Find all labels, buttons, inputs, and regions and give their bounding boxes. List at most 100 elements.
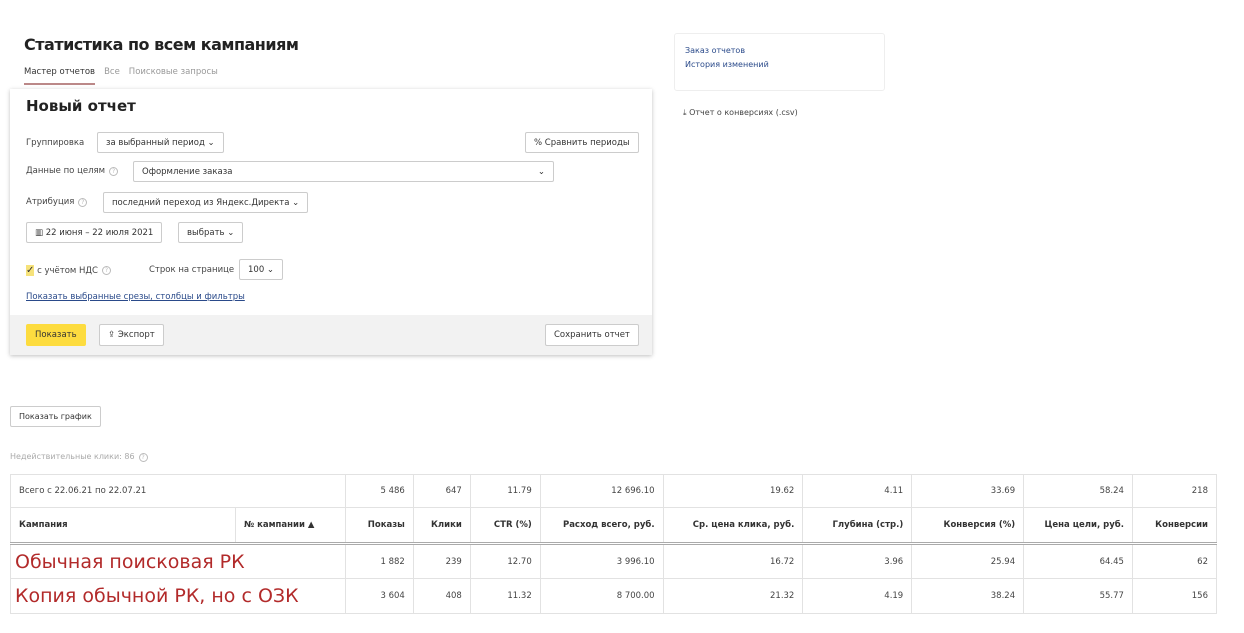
report-form: Новый отчет Группировка за выбранный пер… [10,89,652,355]
attribution-select[interactable]: последний переход из Яндекс.Директа ⌄ [103,192,309,213]
upload-icon: ⇪ [108,330,118,340]
grouping-label: Группировка [26,138,85,148]
side-links-panel: Заказ отчетов История изменений [674,33,885,91]
compare-periods-button[interactable]: % Сравнить периоды [525,132,639,153]
help-icon: ? [78,198,88,207]
vat-checkbox[interactable]: ✓ с учётом НДС? [26,265,111,276]
attribution-label: Атрибуция? [26,197,88,207]
cell: 408 [412,578,471,614]
tab-search-queries[interactable]: Поисковые запросы [129,67,218,85]
rows-per-page-label: Строк на странице [149,265,235,275]
campaign-annotation: Обычная поисковая РК [15,550,245,573]
date-preset-select[interactable]: выбрать ⌄ [178,222,244,243]
cell: 4.11 [802,474,913,508]
table-row: Обычная поисковая РК 1 882 239 12.70 3 9… [10,543,1218,579]
chevron-down-icon: ⌄ [537,166,545,177]
cell: 11.79 [469,474,541,508]
tab-all[interactable]: Все [104,67,120,85]
cell: 25.94 [911,543,1025,579]
grouping-value: за выбранный период [106,137,205,148]
cell: 3 996.10 [539,543,664,579]
cell: 38.24 [911,578,1025,614]
column-header-goal-cost[interactable]: Цена цели, руб. [1023,507,1133,545]
cell: 12.70 [469,543,541,579]
grouping-select[interactable]: за выбранный период ⌄ [97,132,224,153]
compare-label: Сравнить периоды [544,137,630,148]
help-icon: ? [138,453,148,462]
form-title: Новый отчет [26,97,136,115]
export-button[interactable]: ⇪ Экспорт [99,324,164,346]
totals-row: Всего с 22.06.21 по 22.07.21 5 486 647 1… [10,474,1218,508]
help-icon: ? [109,167,119,176]
tabs: Мастер отчетов Все Поисковые запросы [24,67,218,85]
rows-per-page-select[interactable]: 100 ⌄ [239,259,284,280]
campaign-annotation: Копия обычной РК, но с ОЗК [15,585,299,607]
cell: 8 700.00 [539,578,664,614]
invalid-clicks: Недействительные клики: 86? [10,452,148,462]
goals-label: Данные по целям? [26,166,119,176]
column-header-conversions[interactable]: Конверсии [1131,507,1218,545]
conversions-csv-label: Отчет о конверсиях (.csv) [689,108,798,117]
cell: 5 486 [344,474,414,508]
page-title: Статистика по всем кампаниям [24,35,299,54]
chevron-down-icon: ⌄ [264,264,275,275]
table-row: Копия обычной РК, но с ОЗК 3 604 408 11.… [10,578,1218,614]
history-link[interactable]: История изменений [685,60,874,69]
cell: 218 [1131,474,1218,508]
percent-icon: % [534,137,545,148]
column-header-ctr[interactable]: CTR (%) [469,507,541,545]
conversions-csv-link[interactable]: ⤓ Отчет о конверсиях (.csv) [683,108,798,118]
cell: 21.32 [662,578,804,614]
column-header-campaign[interactable]: Кампания [10,507,236,545]
column-header-impressions[interactable]: Показы [344,507,414,545]
cell: 647 [412,474,471,508]
column-header-spend[interactable]: Расход всего, руб. [539,507,664,545]
date-preset-value: выбрать [187,227,225,238]
cell: 55.77 [1023,578,1133,614]
cell: 11.32 [469,578,541,614]
save-report-button[interactable]: Сохранить отчет [545,324,639,346]
calendar-icon: ▥ [35,227,46,238]
column-header-conversion-rate[interactable]: Конверсия (%) [911,507,1025,545]
form-footer: Показать ⇪ Экспорт Сохранить отчет [10,315,652,355]
chevron-down-icon: ⌄ [289,197,300,208]
date-range-value: 22 июня – 22 июля 2021 [45,227,154,238]
show-filters-link[interactable]: Показать выбранные срезы, столбцы и филь… [26,292,245,302]
tab-report-master[interactable]: Мастер отчетов [24,67,96,85]
campaign-cell[interactable]: Копия обычной РК, но с ОЗК [10,578,346,614]
rows-per-page-value: 100 [248,264,265,275]
export-label: Экспорт [117,330,155,340]
cell: 58.24 [1023,474,1133,508]
cell: 33.69 [911,474,1025,508]
help-icon: ? [101,266,111,275]
show-button[interactable]: Показать [26,324,86,346]
cell: 62 [1131,543,1218,579]
column-header-clicks[interactable]: Клики [412,507,471,545]
checkmark-icon: ✓ [26,265,35,276]
vat-label: с учётом НДС [37,265,98,276]
cell: 239 [412,543,471,579]
cell: 1 882 [344,543,414,579]
goals-select[interactable]: Оформление заказа ⌄ [133,161,554,182]
order-reports-link[interactable]: Заказ отчетов [685,46,874,55]
chevron-down-icon: ⌄ [224,227,235,238]
cell: 3 604 [344,578,414,614]
chevron-down-icon: ⌄ [204,137,215,148]
cell: 64.45 [1023,543,1133,579]
date-range-picker[interactable]: ▥ 22 июня – 22 июля 2021 [26,222,163,243]
show-chart-button[interactable]: Показать график [10,406,101,427]
header-row: Кампания № кампании ▲ Показы Клики CTR (… [10,507,1218,545]
cell: 3.96 [802,543,913,579]
cell: 4.19 [802,578,913,614]
column-header-depth[interactable]: Глубина (стр.) [802,507,913,545]
campaign-cell[interactable]: Обычная поисковая РК [10,543,346,579]
attribution-value: последний переход из Яндекс.Директа [112,197,290,208]
cell: 156 [1131,578,1218,614]
cell: 16.72 [662,543,804,579]
cell: 12 696.10 [539,474,664,508]
goals-value: Оформление заказа [142,166,233,177]
column-header-campaign-number[interactable]: № кампании ▲ [234,507,346,545]
totals-label: Всего с 22.06.21 по 22.07.21 [10,474,346,508]
stats-table: Всего с 22.06.21 по 22.07.21 5 486 647 1… [10,474,1218,614]
column-header-cpc[interactable]: Ср. цена клика, руб. [662,507,804,545]
